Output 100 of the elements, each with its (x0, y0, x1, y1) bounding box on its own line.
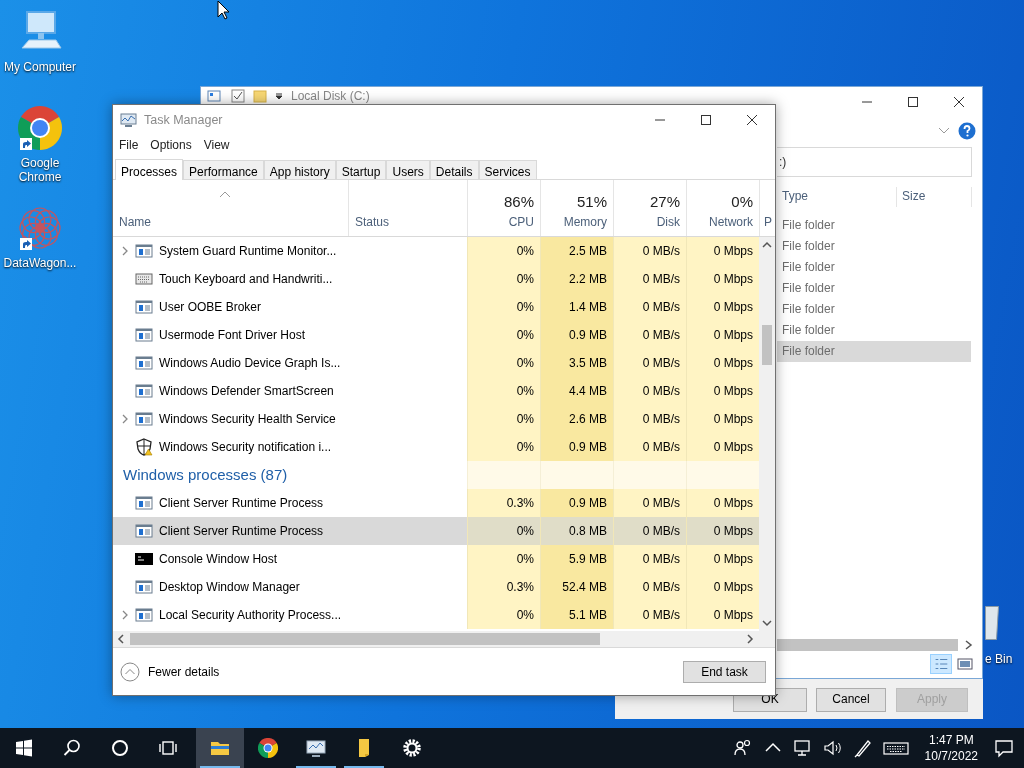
scroll-right-icon[interactable] (745, 634, 755, 644)
desktop-shortcut[interactable]: My Computer (0, 8, 80, 74)
file-row[interactable]: File folder (777, 341, 971, 362)
process-row[interactable]: Windows Security Health Service 0% 2.6 MB 0 MB/s 0 Mbps (113, 405, 759, 433)
volume-icon[interactable] (822, 738, 843, 758)
scroll-left-icon[interactable] (116, 634, 126, 644)
app-window-icon (135, 328, 153, 342)
maximize-icon[interactable] (907, 96, 919, 108)
column-header[interactable]: Status (355, 213, 390, 231)
process-row[interactable]: Client Server Runtime Process 0% 0.8 MB 0 MB/s 0 Mbps (113, 517, 759, 545)
scroll-up-icon[interactable] (762, 241, 772, 249)
address-field[interactable]: :) (777, 147, 972, 177)
process-row[interactable]: Client Server Runtime Process 0.3% 0.9 MB 0 MB/s 0 Mbps (113, 489, 759, 517)
dialog-button[interactable]: Cancel (816, 688, 886, 712)
file-row[interactable]: File folder (777, 257, 971, 278)
table-cell: 0% (467, 545, 540, 573)
close-icon[interactable] (953, 96, 965, 108)
column-header[interactable]: Network (709, 213, 753, 231)
network-icon[interactable] (792, 738, 813, 758)
close-icon[interactable] (746, 114, 758, 126)
tab[interactable]: Users (386, 160, 430, 179)
menu-item[interactable]: View (203, 136, 230, 154)
column-header[interactable]: CPU (508, 213, 534, 231)
expand-chevron-icon[interactable] (938, 127, 950, 135)
menu-item[interactable]: File (119, 136, 139, 154)
column-header[interactable]: Type (777, 187, 897, 207)
table-cell: 4.4 MB (540, 377, 613, 405)
process-row[interactable]: Usermode Font Driver Host 0% 0.9 MB 0 MB/s 0 Mbps (113, 321, 759, 349)
column-header[interactable]: Size (897, 187, 972, 207)
group-row[interactable]: Windows processes (87) (113, 461, 759, 489)
process-row[interactable]: User OOBE Broker 0% 1.4 MB 0 MB/s 0 Mbps (113, 293, 759, 321)
bin-icon (985, 606, 999, 640)
column-header[interactable]: P (764, 213, 772, 231)
tab[interactable]: Startup (335, 160, 387, 179)
file-row[interactable]: File folder (777, 236, 971, 257)
table-cell: 0 Mbps (686, 237, 759, 265)
process-row[interactable]: Windows Security notification i... 0% 0.9 MB 0 MB/s 0 Mbps (113, 433, 759, 461)
window-title: Local Disk (C:) (291, 88, 370, 105)
maximize-icon[interactable] (700, 114, 712, 126)
file-row[interactable]: File folder (777, 278, 971, 299)
dropdown-icon[interactable] (275, 92, 283, 100)
tab[interactable]: Processes (115, 159, 184, 180)
menu-item[interactable]: Options (150, 136, 192, 154)
notification-icon[interactable] (994, 738, 1014, 758)
people-icon[interactable] (732, 738, 753, 758)
table-cell: 0 Mbps (686, 601, 759, 629)
tab[interactable]: Services (478, 160, 537, 179)
scrollbar-thumb[interactable] (777, 639, 958, 651)
clock-date[interactable]: 10/7/2022 (924, 748, 978, 764)
tab[interactable]: App history (263, 160, 336, 179)
desktop-shortcut[interactable]: Google Chrome (0, 104, 80, 184)
process-row[interactable]: Console Window Host 0% 5.9 MB 0 MB/s 0 Mbps (113, 545, 759, 573)
clock-time[interactable]: 1:47 PM (924, 732, 978, 748)
file-row[interactable]: File folder (777, 299, 971, 320)
sort-caret-icon[interactable] (219, 191, 231, 198)
help-icon[interactable] (958, 122, 976, 140)
shield-icon (135, 438, 153, 456)
fewer-details-button[interactable]: Fewer details (120, 661, 220, 682)
scrollbar-thumb[interactable] (130, 633, 600, 645)
process-row[interactable]: System Guard Runtime Monitor... 0% 2.5 MB 0 MB/s 0 Mbps (113, 237, 759, 265)
app-window-icon (135, 496, 153, 510)
table-cell: 0 Mbps (686, 265, 759, 293)
table-cell: 3.5 MB (540, 349, 613, 377)
file-row[interactable]: File folder (777, 320, 971, 341)
expand-chevron-icon[interactable] (121, 609, 129, 621)
cursor-icon (217, 0, 230, 20)
column-header[interactable]: Memory (563, 213, 607, 231)
properties-icon[interactable] (207, 89, 223, 103)
expand-chevron-icon[interactable] (121, 413, 129, 425)
scrollbar-thumb[interactable] (762, 325, 772, 365)
table-cell: 0 Mbps (686, 405, 759, 433)
file-row[interactable]: File folder (777, 215, 971, 236)
checkmark-icon[interactable] (231, 89, 245, 103)
process-row[interactable]: Windows Defender SmartScreen 0% 4.4 MB 0 MB/s 0 Mbps (113, 377, 759, 405)
pen-icon[interactable] (852, 738, 873, 758)
table-cell: 0 MB/s (613, 237, 686, 265)
expand-chevron-icon[interactable] (121, 245, 129, 257)
desktop-shortcut[interactable]: e Bin (985, 606, 1019, 666)
end-task-button[interactable]: End task (683, 660, 766, 683)
tab[interactable]: Performance (183, 160, 264, 179)
app-window-icon (135, 244, 153, 258)
circle-logo-icon (16, 104, 64, 152)
process-name: Touch Keyboard and Handwriti... (159, 271, 333, 288)
process-row[interactable]: Local Security Authority Process... 0% 5.1 MB 0 MB/s 0 Mbps (113, 601, 759, 629)
taskbar-button[interactable] (196, 728, 244, 768)
search-icon (62, 738, 82, 758)
process-row[interactable]: Desktop Window Manager 0.3% 52.4 MB 0 MB/s 0 Mbps (113, 573, 759, 601)
table-cell: 0 Mbps (686, 517, 759, 545)
scroll-down-icon[interactable] (762, 619, 772, 627)
process-row[interactable]: Windows Audio Device Graph Is... 0% 3.5 MB 0 MB/s 0 Mbps (113, 349, 759, 377)
collapse-chevron-icon (120, 661, 140, 682)
process-row[interactable]: Touch Keyboard and Handwriti... 0% 2.2 MB 0 MB/s 0 Mbps (113, 265, 759, 293)
desktop-shortcut[interactable]: DataWagon... (0, 204, 80, 270)
keyboard-icon (135, 272, 153, 286)
details-view-icon[interactable] (930, 654, 952, 674)
table-cell: 0 Mbps (686, 433, 759, 461)
tab[interactable]: Details (429, 160, 479, 179)
column-header[interactable]: Disk (656, 213, 680, 231)
process-name: Windows Security Health Service (159, 411, 336, 428)
column-header[interactable]: Name (119, 213, 151, 231)
